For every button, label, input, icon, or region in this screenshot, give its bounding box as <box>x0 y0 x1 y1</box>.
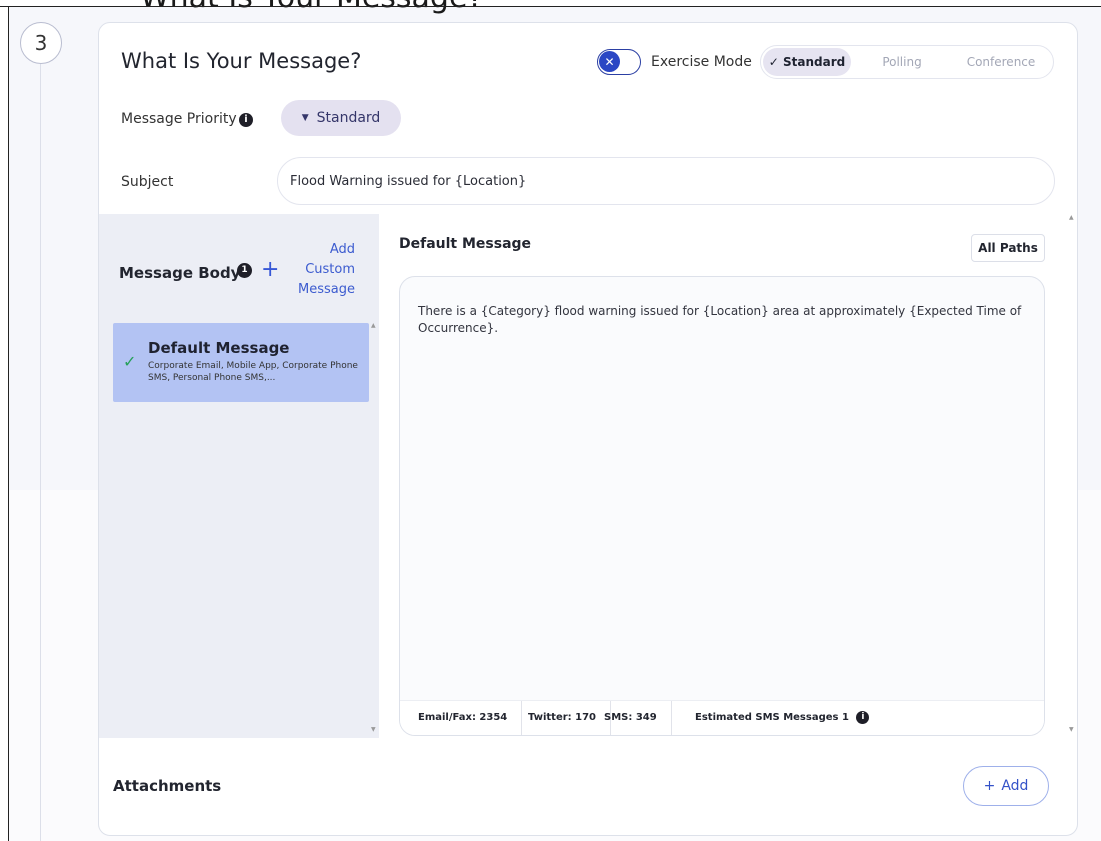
subject-label: Subject <box>121 174 174 190</box>
message-item-paths: Corporate Email, Mobile App, Corporate P… <box>148 361 358 383</box>
check-icon: ✓ <box>123 352 137 371</box>
message-priority-label: Message Priority i <box>121 111 253 127</box>
all-paths-button[interactable]: All Paths <box>971 234 1045 262</box>
check-icon: ✓ <box>768 55 779 69</box>
scroll-down-arrow-icon[interactable]: ▼ <box>1069 726 1074 733</box>
frame-top-border <box>0 6 1101 7</box>
message-body-panel: Message Body 1 + Add Custom Message ✓ De… <box>99 214 379 738</box>
plus-icon[interactable]: + <box>261 256 279 284</box>
add-custom-message-link[interactable]: Add Custom Message <box>285 240 355 300</box>
plus-icon: + <box>983 778 996 794</box>
message-priority-text: Message Priority <box>121 111 237 127</box>
step-connector-line <box>40 62 41 841</box>
scroll-up-arrow-icon[interactable]: ▲ <box>1069 214 1074 221</box>
message-type-selector: ✓ Standard Polling Conference <box>760 45 1054 79</box>
card-title: What Is Your Message? <box>121 49 362 73</box>
subject-input[interactable] <box>277 157 1055 205</box>
message-priority-dropdown[interactable]: ▼ Standard <box>281 100 401 136</box>
info-icon[interactable]: i <box>856 710 870 724</box>
info-icon[interactable]: i <box>239 113 253 127</box>
scroll-down-arrow-icon[interactable]: ▼ <box>371 726 376 733</box>
message-list-item-default[interactable]: ✓ Default Message Corporate Email, Mobil… <box>113 323 369 402</box>
message-body-count-badge: 1 <box>237 263 252 278</box>
message-text[interactable]: There is a {Category} flood warning issu… <box>418 303 1028 337</box>
message-type-standard-label: Standard <box>783 55 846 69</box>
frame-left-border <box>8 6 9 841</box>
step-number: 3 <box>34 31 48 55</box>
character-counts-bar: Email/Fax: 2354 Twitter: 170 SMS: 349 Es… <box>400 700 1044 735</box>
add-attachment-button[interactable]: + Add <box>963 766 1049 806</box>
message-body-title: Message Body <box>119 264 241 282</box>
message-priority-value: Standard <box>316 110 381 126</box>
message-type-polling[interactable]: Polling <box>867 46 937 78</box>
message-type-standard[interactable]: ✓ Standard <box>763 48 851 76</box>
estimated-sms-messages: Estimated SMS Messages 1 i <box>681 701 883 735</box>
email-fax-count: Email/Fax: 2354 <box>404 701 523 735</box>
message-item-name: Default Message <box>148 339 290 357</box>
message-card: What Is Your Message? ✕ Exercise Mode ✓ … <box>98 22 1078 836</box>
close-icon: ✕ <box>599 51 620 72</box>
add-attachment-label: Add <box>1001 778 1029 794</box>
message-editor-panel: Default Message All Paths There is a {Ca… <box>379 214 1077 738</box>
estimated-sms-messages-text: Estimated SMS Messages 1 <box>695 712 849 723</box>
editor-title: Default Message <box>399 236 532 252</box>
message-text-editor[interactable]: There is a {Category} flood warning issu… <box>399 276 1045 736</box>
attachments-label: Attachments <box>113 777 222 795</box>
sms-count: SMS: 349 <box>590 701 672 735</box>
step-number-badge: 3 <box>20 22 62 64</box>
caret-down-icon: ▼ <box>301 113 309 123</box>
exercise-mode-toggle[interactable]: ✕ <box>597 49 641 75</box>
message-type-conference[interactable]: Conference <box>951 46 1051 78</box>
scroll-up-arrow-icon[interactable]: ▲ <box>371 322 376 329</box>
exercise-mode-label: Exercise Mode <box>651 54 752 70</box>
